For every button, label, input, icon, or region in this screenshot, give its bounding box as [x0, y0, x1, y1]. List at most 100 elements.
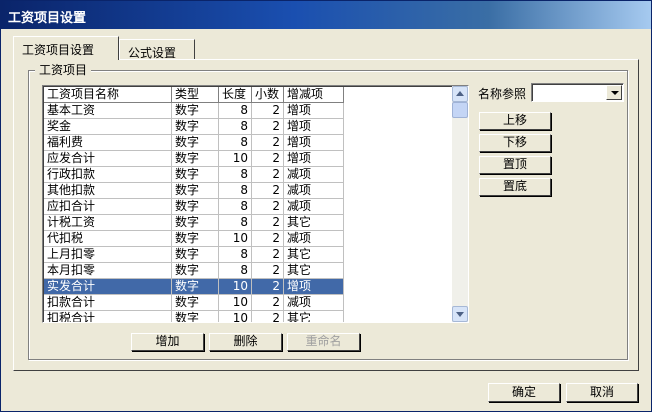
cell-name: 上月扣零: [44, 247, 172, 263]
cell-inc-dec: 增项: [284, 119, 344, 135]
salary-items-grid[interactable]: 工资项目名称 类型 长度 小数 增减项 基本工资 数字 8 2 增项 奖金 数字 8 2 增项 福利…: [42, 85, 469, 323]
cell-decimals: 2: [252, 247, 284, 263]
cell-type: 数字: [172, 247, 219, 263]
delete-button[interactable]: 删除: [209, 333, 282, 351]
tab-formula[interactable]: 公式设置: [119, 39, 195, 60]
move-bottom-button[interactable]: 置底: [479, 178, 551, 196]
cell-decimals: 2: [252, 119, 284, 135]
chevron-down-icon: [611, 91, 619, 95]
table-row[interactable]: 本月扣零 数字 8 2 其它: [44, 263, 344, 279]
table-row[interactable]: 计税工资 数字 8 2 其它: [44, 215, 344, 231]
cell-name: 代扣税: [44, 231, 172, 247]
rename-button[interactable]: 重命名: [287, 333, 360, 351]
grid-vertical-scrollbar[interactable]: [452, 86, 468, 322]
cell-inc-dec: 减项: [284, 183, 344, 199]
cell-name: 福利费: [44, 135, 172, 151]
cell-type: 数字: [172, 135, 219, 151]
cell-decimals: 2: [252, 279, 284, 295]
cell-length: 8: [219, 199, 252, 215]
cell-inc-dec: 其它: [284, 311, 344, 322]
scroll-down-button[interactable]: [452, 306, 468, 322]
cell-decimals: 2: [252, 231, 284, 247]
table-row[interactable]: 代扣税 数字 10 2 减项: [44, 231, 344, 247]
table-row[interactable]: 行政扣款 数字 8 2 减项: [44, 167, 344, 183]
tab-label: 工资项目设置: [22, 43, 95, 57]
cell-type: 数字: [172, 311, 219, 322]
cell-inc-dec: 其它: [284, 263, 344, 279]
scroll-up-button[interactable]: [452, 86, 468, 102]
cell-name: 扣税合计: [44, 311, 172, 322]
table-row[interactable]: 上月扣零 数字 8 2 其它: [44, 247, 344, 263]
table-row[interactable]: 基本工资 数字 8 2 增项: [44, 103, 344, 119]
cell-length: 8: [219, 135, 252, 151]
cell-length: 10: [219, 311, 252, 322]
cancel-button[interactable]: 取消: [566, 383, 638, 402]
tab-salary-items[interactable]: 工资项目设置: [13, 36, 119, 60]
cell-length: 8: [219, 263, 252, 279]
cell-decimals: 2: [252, 167, 284, 183]
column-header-type[interactable]: 类型: [172, 87, 219, 103]
cell-decimals: 2: [252, 151, 284, 167]
cell-type: 数字: [172, 103, 219, 119]
table-row[interactable]: 应扣合计 数字 8 2 减项: [44, 199, 344, 215]
scroll-up-arrow-icon: [456, 91, 464, 96]
move-top-button[interactable]: 置顶: [479, 156, 551, 174]
move-down-button[interactable]: 下移: [479, 134, 551, 152]
cell-type: 数字: [172, 167, 219, 183]
cell-name: 本月扣零: [44, 263, 172, 279]
grid-body: 工资项目名称 类型 长度 小数 增减项 基本工资 数字 8 2 增项 奖金 数字 8 2 增项 福利…: [44, 87, 344, 322]
grid-header-row: 工资项目名称 类型 长度 小数 增减项: [44, 87, 344, 103]
ok-button[interactable]: 确定: [488, 383, 560, 402]
add-button[interactable]: 增加: [131, 333, 204, 351]
cell-length: 10: [219, 231, 252, 247]
cell-inc-dec: 增项: [284, 279, 344, 295]
cell-inc-dec: 增项: [284, 135, 344, 151]
cell-inc-dec: 减项: [284, 231, 344, 247]
scroll-down-arrow-icon: [456, 312, 464, 317]
table-row[interactable]: 应发合计 数字 10 2 增项: [44, 151, 344, 167]
cell-decimals: 2: [252, 295, 284, 311]
cell-type: 数字: [172, 151, 219, 167]
column-header-name[interactable]: 工资项目名称: [44, 87, 172, 103]
column-header-length[interactable]: 长度: [219, 87, 252, 103]
table-row[interactable]: 实发合计 数字 10 2 增项: [44, 279, 344, 295]
table-row[interactable]: 扣款合计 数字 10 2 减项: [44, 295, 344, 311]
cell-type: 数字: [172, 119, 219, 135]
cell-name: 扣款合计: [44, 295, 172, 311]
combobox-dropdown-button[interactable]: [606, 85, 622, 100]
cell-length: 10: [219, 151, 252, 167]
window-title: 工资项目设置: [8, 11, 87, 26]
cell-length: 8: [219, 183, 252, 199]
cell-length: 8: [219, 247, 252, 263]
cell-type: 数字: [172, 295, 219, 311]
cell-decimals: 2: [252, 311, 284, 322]
cell-length: 8: [219, 119, 252, 135]
scroll-thumb[interactable]: [452, 102, 468, 118]
cell-length: 8: [219, 103, 252, 119]
cell-inc-dec: 其它: [284, 215, 344, 231]
table-row[interactable]: 奖金 数字 8 2 增项: [44, 119, 344, 135]
group-legend: 工资项目: [35, 61, 92, 78]
cell-decimals: 2: [252, 103, 284, 119]
cell-length: 8: [219, 167, 252, 183]
title-bar[interactable]: 工资项目设置: [1, 1, 651, 29]
table-row[interactable]: 扣税合计 数字 10 2 其它: [44, 311, 344, 322]
tab-label: 公式设置: [128, 46, 177, 60]
cell-name: 其他扣款: [44, 183, 172, 199]
cell-name: 计税工资: [44, 215, 172, 231]
cell-inc-dec: 减项: [284, 295, 344, 311]
cell-name: 行政扣款: [44, 167, 172, 183]
table-row[interactable]: 其他扣款 数字 8 2 减项: [44, 183, 344, 199]
column-header-decimals[interactable]: 小数: [252, 87, 284, 103]
cell-type: 数字: [172, 231, 219, 247]
table-row[interactable]: 福利费 数字 8 2 增项: [44, 135, 344, 151]
cell-length: 8: [219, 215, 252, 231]
name-ref-combobox[interactable]: [531, 83, 624, 102]
cell-inc-dec: 增项: [284, 103, 344, 119]
cell-type: 数字: [172, 263, 219, 279]
cell-decimals: 2: [252, 183, 284, 199]
column-header-inc-dec[interactable]: 增减项: [284, 87, 344, 103]
move-up-button[interactable]: 上移: [479, 112, 551, 130]
cell-type: 数字: [172, 215, 219, 231]
cell-name: 奖金: [44, 119, 172, 135]
